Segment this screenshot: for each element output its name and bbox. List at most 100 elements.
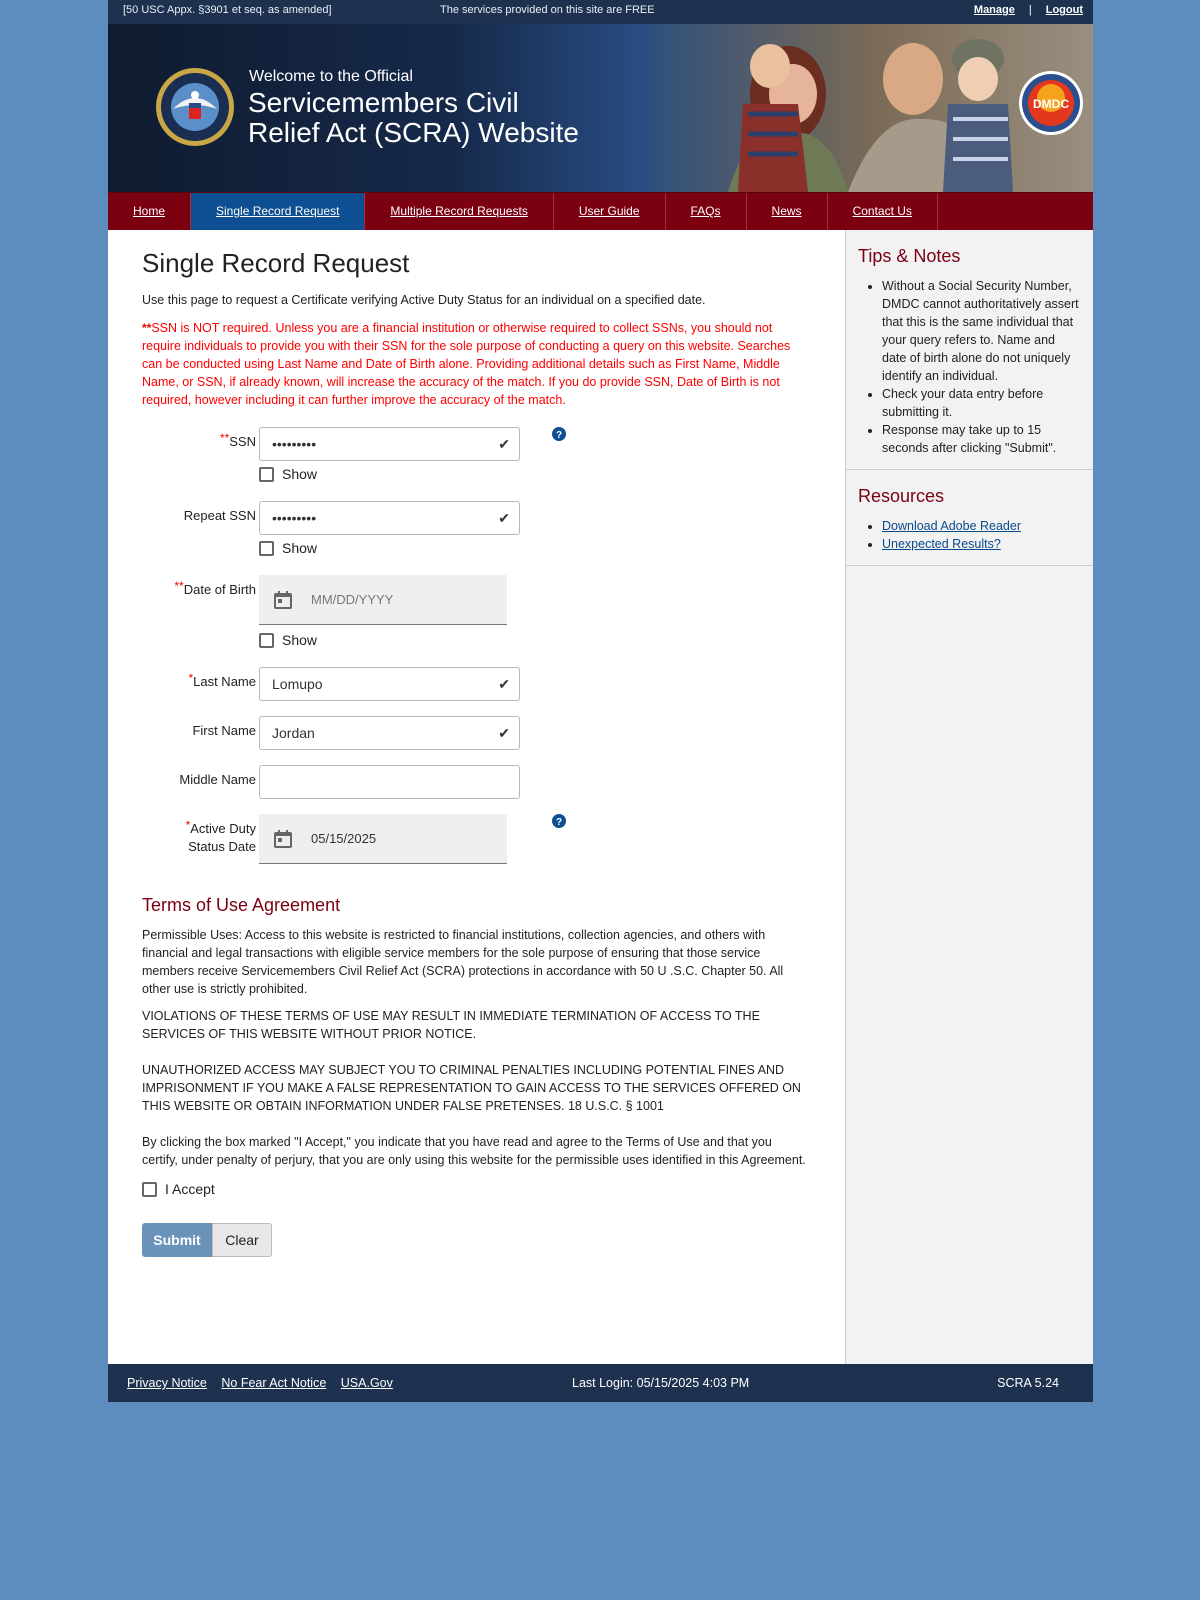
ssn-warning: **SSN is NOT required. Unless you are a … <box>142 319 811 409</box>
unexpected-results-link[interactable]: Unexpected Results? <box>882 537 1001 551</box>
dob-show-toggle[interactable]: Show <box>259 631 317 649</box>
repeat-ssn-input[interactable]: ••••••••• ✔ <box>259 501 520 535</box>
repeat-ssn-value: ••••••••• <box>272 510 317 526</box>
svg-text:?: ? <box>556 430 562 441</box>
logout-link[interactable]: Logout <box>1046 4 1083 16</box>
usa-gov-link[interactable]: USA.Gov <box>341 1376 393 1390</box>
link-separator: | <box>1028 4 1032 16</box>
repeat-ssn-show-checkbox[interactable] <box>259 541 274 556</box>
nav-contact-us[interactable]: Contact Us <box>828 193 938 230</box>
site-title-line2: Relief Act (SCRA) Website <box>248 117 579 148</box>
ssn-label-text: SSN <box>229 434 256 449</box>
i-accept-toggle[interactable]: I Accept <box>142 1181 811 1197</box>
resources-list: Download Adobe Reader Unexpected Results… <box>858 517 1081 553</box>
tips-notes-box: Tips & Notes Without a Social Security N… <box>846 230 1093 470</box>
ssn-input[interactable]: ••••••••• ✔ <box>259 427 520 461</box>
last-login: Last Login: 05/15/2025 4:03 PM <box>572 1376 750 1390</box>
ssn-valid-check-icon: ✔ <box>498 436 510 452</box>
resource-item: Download Adobe Reader <box>882 517 1081 535</box>
nav-single-record-request[interactable]: Single Record Request <box>191 193 366 230</box>
repeat-ssn-show-label: Show <box>282 540 318 556</box>
middle-name-label: Middle Name <box>179 772 256 787</box>
active-duty-date-value: 05/15/2025 <box>311 831 377 846</box>
download-adobe-reader-link[interactable]: Download Adobe Reader <box>882 519 1021 533</box>
active-duty-date-field[interactable]: 05/15/2025 <box>259 814 507 864</box>
terms-permissible-uses: Permissible Uses: Access to this website… <box>142 928 784 996</box>
active-duty-date-label: *Active Duty Status Date <box>136 818 256 856</box>
ssn-show-toggle[interactable]: Show <box>259 465 317 483</box>
active-duty-label-line1: *Active Duty <box>136 818 256 838</box>
dob-required-marker: ** <box>174 579 184 593</box>
resources-title: Resources <box>858 486 945 506</box>
resources-box: Resources Download Adobe Reader Unexpect… <box>846 470 1093 566</box>
last-name-value: Lomupo <box>272 676 323 692</box>
dob-show-checkbox[interactable] <box>259 633 274 648</box>
form-buttons: Submit Clear <box>142 1223 811 1257</box>
sidebar: Tips & Notes Without a Social Security N… <box>845 230 1093 1364</box>
page: [50 USC Appx. §3901 et seq. as amended] … <box>108 0 1093 1402</box>
welcome-text: Welcome to the Official <box>249 68 413 85</box>
ssn-help-icon[interactable]: ? <box>552 427 566 441</box>
active-duty-label-line2: Status Date <box>188 839 256 854</box>
first-name-label: First Name <box>192 723 256 738</box>
last-name-valid-check-icon: ✔ <box>498 676 510 692</box>
first-name-valid-check-icon: ✔ <box>498 725 510 741</box>
site-banner: Welcome to the Official Servicemembers C… <box>108 24 1093 192</box>
resource-item: Unexpected Results? <box>882 535 1081 553</box>
record-request-form: **SSN ••••••••• ✔ ? Show Repeat SSN •••••… <box>142 427 811 887</box>
warning-marker: ** <box>142 321 152 335</box>
top-bar: [50 USC Appx. §3901 et seq. as amended] … <box>108 0 1093 24</box>
tips-title: Tips & Notes <box>858 246 961 266</box>
last-name-label: *Last Name <box>136 671 256 691</box>
last-name-required-marker: * <box>188 671 194 685</box>
i-accept-checkbox[interactable] <box>142 1182 157 1197</box>
page-title: Single Record Request <box>142 248 410 278</box>
terms-violations: VIOLATIONS OF THESE TERMS OF USE MAY RES… <box>142 1009 760 1041</box>
last-name-input[interactable]: Lomupo ✔ <box>259 667 520 701</box>
last-name-label-text: Last Name <box>193 674 256 689</box>
terms-unauthorized-access: UNAUTHORIZED ACCESS MAY SUBJECT YOU TO C… <box>142 1063 801 1113</box>
content-area: Single Record Request Use this page to r… <box>108 230 1093 1364</box>
privacy-notice-link[interactable]: Privacy Notice <box>127 1376 207 1390</box>
nav-multiple-record-requests[interactable]: Multiple Record Requests <box>365 193 554 230</box>
nav-home[interactable]: Home <box>108 193 192 230</box>
submit-button[interactable]: Submit <box>142 1223 212 1257</box>
dod-seal-icon <box>156 68 234 146</box>
no-fear-act-link[interactable]: No Fear Act Notice <box>221 1376 326 1390</box>
manage-link[interactable]: Manage <box>974 4 1015 16</box>
ssn-show-label: Show <box>282 466 318 482</box>
account-links: Manage | Logout <box>974 4 1083 16</box>
first-name-value: Jordan <box>272 725 315 741</box>
ssn-show-checkbox[interactable] <box>259 467 274 482</box>
terms-section: Terms of Use Agreement Permissible Uses:… <box>142 895 811 1257</box>
site-title-line1: Servicemembers Civil <box>248 87 519 118</box>
active-duty-required-marker: * <box>185 818 191 832</box>
dmdc-logo-icon: DMDC <box>1019 71 1083 135</box>
ssn-value: ••••••••• <box>272 436 317 452</box>
nav-faqs[interactable]: FAQs <box>666 193 747 230</box>
terms-accept-explanation: By clicking the box marked "I Accept," y… <box>142 1135 806 1167</box>
calendar-icon[interactable] <box>273 829 293 849</box>
active-duty-help-icon[interactable]: ? <box>552 814 566 828</box>
nav-news[interactable]: News <box>747 193 828 230</box>
repeat-ssn-show-toggle[interactable]: Show <box>259 539 317 557</box>
app-version: SCRA 5.24 <box>997 1376 1059 1390</box>
clear-button[interactable]: Clear <box>212 1223 272 1257</box>
tips-list: Without a Social Security Number, DMDC c… <box>858 277 1081 457</box>
dob-label: **Date of Birth <box>136 579 256 599</box>
ssn-label: **SSN <box>136 431 256 451</box>
legal-citation: [50 USC Appx. §3901 et seq. as amended] <box>123 4 332 16</box>
dob-placeholder: MM/DD/YYYY <box>311 592 394 607</box>
middle-name-input[interactable] <box>259 765 520 799</box>
first-name-input[interactable]: Jordan ✔ <box>259 716 520 750</box>
nav-user-guide[interactable]: User Guide <box>554 193 666 230</box>
i-accept-label: I Accept <box>165 1181 215 1197</box>
terms-title: Terms of Use Agreement <box>142 895 341 915</box>
calendar-icon[interactable] <box>273 590 293 610</box>
dmdc-logo-text: DMDC <box>1033 97 1069 111</box>
intro-text: Use this page to request a Certificate v… <box>142 293 706 307</box>
dob-date-field[interactable]: MM/DD/YYYY <box>259 575 507 625</box>
svg-text:?: ? <box>556 817 562 828</box>
ssn-required-marker: ** <box>219 431 230 445</box>
repeat-ssn-label: Repeat SSN <box>183 508 256 523</box>
